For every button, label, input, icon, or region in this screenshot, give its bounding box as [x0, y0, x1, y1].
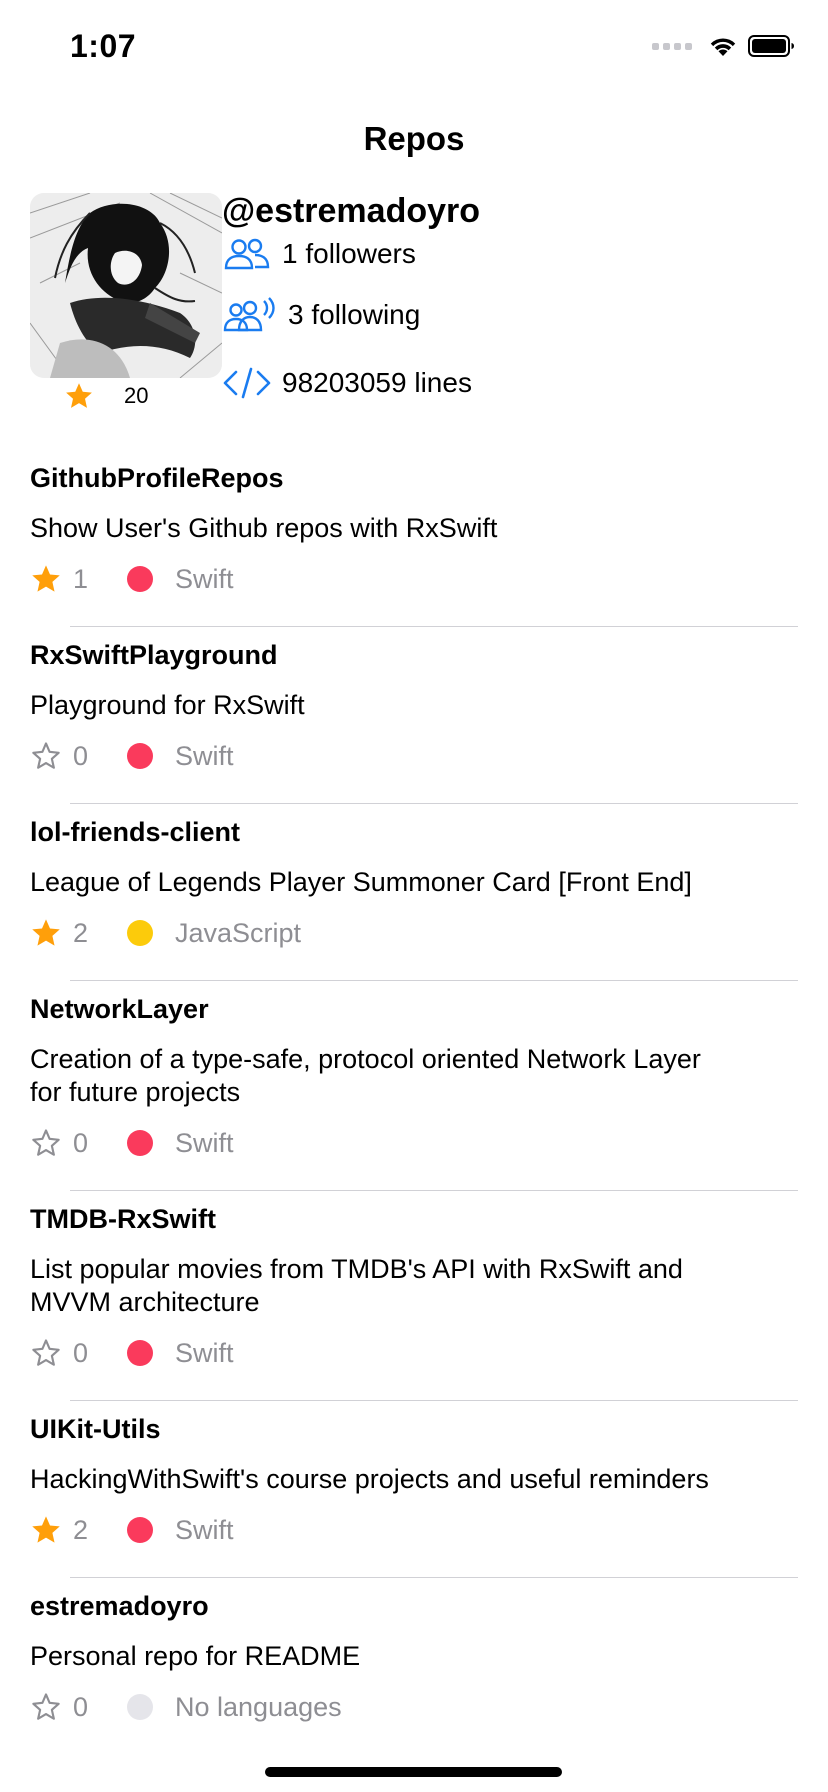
repo-name: RxSwiftPlayground: [30, 640, 278, 670]
repo-stars-count: 0: [73, 740, 89, 771]
repo-meta: 2 JavaScript: [30, 917, 798, 949]
repo-row[interactable]: RxSwiftPlayground Playground for RxSwift 0…: [0, 627, 828, 804]
username: @estremadoyro: [222, 192, 481, 230]
repo-stars-count: 2: [73, 1514, 89, 1545]
lines-count: 98203059 lines: [282, 367, 472, 398]
language-color-dot: [127, 1694, 153, 1720]
home-indicator: [265, 1767, 562, 1777]
language-color-dot: [127, 1517, 153, 1543]
repo-description: Playground for RxSwift: [30, 690, 305, 720]
following-icon: [223, 297, 275, 332]
repo-language: Swift: [175, 1127, 234, 1158]
star-outline-icon: [32, 742, 60, 769]
repo-description: Personal repo for README: [30, 1641, 361, 1671]
star-filled-icon: [66, 383, 92, 408]
code-icon: [223, 367, 271, 399]
followers-icon: [224, 238, 270, 270]
avatar-image: [30, 193, 222, 378]
repo-language: Swift: [175, 1514, 234, 1545]
repo-row[interactable]: TMDB-RxSwift List popular movies from TMD…: [0, 1191, 828, 1401]
repo-name: estremadoyro: [30, 1591, 209, 1621]
repo-description: Show User's Github repos with RxSwift: [30, 513, 498, 543]
repo-stars-count: 0: [73, 1691, 89, 1722]
status-icons: [652, 34, 796, 58]
avatar: [30, 193, 222, 378]
language-color-dot: [127, 920, 153, 946]
language-color-dot: [127, 1130, 153, 1156]
repo-row[interactable]: NetworkLayer Creation of a type-safe, pro…: [0, 981, 828, 1191]
repo-name: TMDB-RxSwift: [30, 1204, 216, 1234]
repo-description: HackingWithSwift's course projects and u…: [30, 1464, 709, 1494]
repo-row[interactable]: lol-friends-client League of Legends Play…: [0, 804, 828, 981]
star-filled-icon: [32, 919, 60, 946]
repo-stars-count: 2: [73, 917, 89, 948]
repo-language: Swift: [175, 740, 234, 771]
repo-meta: 1 Swift: [30, 563, 798, 595]
repo-name: lol-friends-client: [30, 817, 241, 847]
following-row: 3 following: [222, 297, 420, 333]
repo-meta: 0 Swift: [30, 1337, 798, 1369]
repo-language: No languages: [175, 1691, 342, 1722]
following-count: 3 following: [288, 299, 421, 330]
repo-name: UIKit-Utils: [30, 1414, 161, 1444]
star-outline-icon: [32, 1339, 60, 1366]
repo-stars-count: 0: [73, 1127, 89, 1158]
repo-language: Swift: [175, 563, 234, 594]
repo-name: NetworkLayer: [30, 994, 209, 1024]
star-outline-icon: [32, 1693, 60, 1720]
profile-stars: 20: [64, 381, 148, 411]
repo-row[interactable]: GithubProfileRepos Show User's Github rep…: [0, 450, 828, 627]
repo-stars-count: 1: [73, 563, 89, 594]
profile-stars-count: 20: [124, 383, 149, 408]
wifi-icon: [710, 38, 736, 56]
repo-meta: 0 No languages: [30, 1691, 798, 1723]
repo-language: Swift: [175, 1337, 234, 1368]
language-color-dot: [127, 743, 153, 769]
lines-row: 98203059 lines: [222, 365, 472, 401]
repo-language: JavaScript: [175, 917, 302, 948]
repo-row[interactable]: UIKit-Utils HackingWithSwift's course pro…: [0, 1401, 828, 1578]
status-bar: 1:07: [0, 0, 828, 100]
followers-count: 1 followers: [282, 238, 416, 269]
status-time: 1:07: [70, 28, 137, 64]
repo-description: List popular movies from TMDB's API with…: [30, 1254, 683, 1317]
language-color-dot: [127, 1340, 153, 1366]
repo-meta: 0 Swift: [30, 1127, 798, 1159]
repo-stars-count: 0: [73, 1337, 89, 1368]
cellular-signal-icon: [652, 42, 692, 50]
language-color-dot: [127, 566, 153, 592]
star-outline-icon: [32, 1129, 60, 1156]
repo-description: Creation of a type-safe, protocol orient…: [30, 1044, 701, 1107]
repo-description: League of Legends Player Summoner Card […: [30, 867, 692, 897]
repo-meta: 2 Swift: [30, 1514, 798, 1546]
star-filled-icon: [32, 565, 60, 592]
page-title: Repos: [363, 120, 465, 157]
repo-meta: 0 Swift: [30, 740, 798, 772]
star-filled-icon: [32, 1516, 60, 1543]
battery-icon: [748, 35, 794, 57]
followers-row: 1 followers: [222, 236, 416, 272]
repo-name: GithubProfileRepos: [30, 463, 284, 493]
repo-row[interactable]: estremadoyro Personal repo for README 0 No …: [0, 1578, 828, 1723]
repo-list[interactable]: GithubProfileRepos Show User's Github rep…: [0, 450, 828, 1723]
